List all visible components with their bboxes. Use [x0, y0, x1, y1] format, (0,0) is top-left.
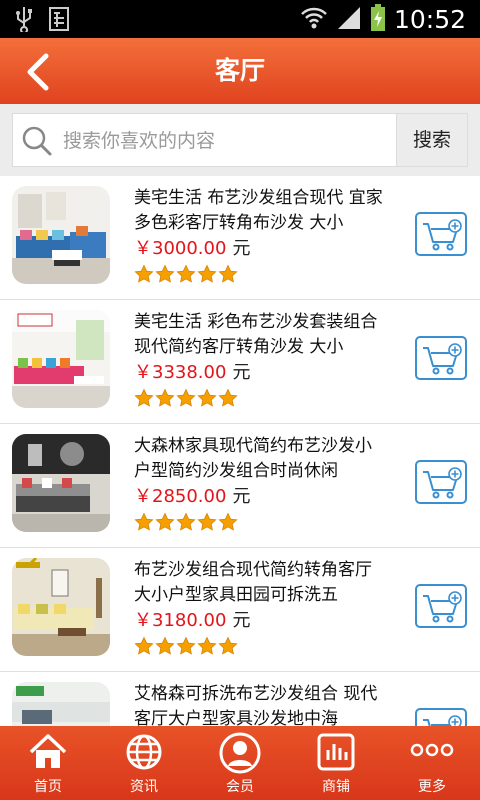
search-button[interactable]: 搜索 [396, 113, 468, 167]
add-to-cart-button[interactable] [415, 460, 467, 504]
cart-add-icon [423, 219, 462, 251]
price-value: ￥2850.00 [134, 486, 227, 507]
product-title: 美宅生活 彩色布艺沙发套装组合 现代简约客厅转角沙发 大小 [134, 312, 378, 357]
shop-icon [316, 732, 356, 776]
nav-member[interactable]: 会员 [192, 726, 288, 800]
star-icon [197, 264, 217, 288]
rating-stars [134, 512, 238, 536]
search-icon [21, 125, 53, 161]
search-input[interactable] [61, 120, 385, 162]
member-icon [219, 732, 261, 778]
battery-charging-icon [370, 4, 386, 36]
star-icon [134, 512, 154, 536]
product-title: 布艺沙发组合现代简约转角客厅大小户型家具田园可拆洗五 [134, 560, 372, 605]
sim-icon [48, 6, 70, 36]
star-icon [155, 388, 175, 412]
star-icon [134, 264, 154, 288]
search-box [12, 113, 396, 167]
cart-add-icon [423, 715, 462, 726]
product-image [12, 558, 110, 656]
product-title: 美宅生活 布艺沙发组合现代 宜家多色彩客厅转角布沙发 大小 [134, 188, 383, 233]
add-to-cart-button[interactable] [415, 212, 467, 256]
star-icon [197, 388, 217, 412]
product-item[interactable]: 美宅生活 彩色布艺沙发套装组合 现代简约客厅转角沙发 大小 ￥3338.00 元 [0, 300, 480, 424]
product-price: ￥3000.00 元 [134, 236, 250, 262]
price-unit: 元 [232, 486, 251, 507]
product-image [12, 310, 110, 408]
product-item[interactable]: 艾格森可拆洗布艺沙发组合 现代客厅大户型家具沙发地中海 [0, 672, 480, 726]
search-bar: 搜索 [0, 104, 480, 176]
nav-home[interactable]: 首页 [0, 726, 96, 800]
product-item[interactable]: 美宅生活 布艺沙发组合现代 宜家多色彩客厅转角布沙发 大小 ￥3000.00 元 [0, 176, 480, 300]
cart-add-icon [423, 467, 462, 499]
star-icon [176, 388, 196, 412]
product-item[interactable]: 大森林家具现代简约布艺沙发小户型简约沙发组合时尚休闲 ￥2850.00 元 [0, 424, 480, 548]
price-unit: 元 [232, 610, 251, 631]
rating-stars [134, 264, 238, 288]
nav-label: 更多 [418, 779, 446, 795]
price-value: ￥3000.00 [134, 238, 227, 259]
star-icon [134, 636, 154, 660]
star-icon [197, 636, 217, 660]
globe-icon [124, 732, 164, 776]
star-icon [218, 388, 238, 412]
product-image [12, 434, 110, 532]
price-unit: 元 [232, 362, 251, 383]
wifi-icon [300, 6, 328, 34]
add-to-cart-button[interactable] [415, 708, 467, 726]
star-icon [155, 264, 175, 288]
star-icon [176, 636, 196, 660]
product-list: 美宅生活 布艺沙发组合现代 宜家多色彩客厅转角布沙发 大小 ￥3000.00元 [0, 176, 480, 726]
product-price: ￥3180.00 元 [134, 608, 250, 634]
star-icon [155, 512, 175, 536]
star-icon [134, 388, 154, 412]
product-image [12, 682, 110, 726]
price-value: ￥3338.00 [134, 362, 227, 383]
status-bar: 10:52 [0, 0, 480, 38]
price-value: ￥3180.00 [134, 610, 227, 631]
bottom-nav: 首页 资讯 会员 商铺 更多 [0, 726, 480, 800]
price-unit: 元 [232, 238, 251, 259]
product-title: 艾格森可拆洗布艺沙发组合 现代客厅大户型家具沙发地中海 [134, 684, 378, 726]
clock: 10:52 [393, 5, 466, 34]
nav-shop[interactable]: 商铺 [288, 726, 384, 800]
add-to-cart-button[interactable] [415, 336, 467, 380]
add-to-cart-button[interactable] [415, 584, 467, 628]
product-price: ￥3338.00 元 [134, 360, 250, 386]
product-image [12, 186, 110, 284]
rating-stars [134, 636, 238, 660]
star-icon [218, 264, 238, 288]
star-icon [218, 636, 238, 660]
product-title: 大森林家具现代简约布艺沙发小户型简约沙发组合时尚休闲 [134, 436, 372, 481]
cart-add-icon [423, 343, 462, 375]
cart-add-icon [423, 591, 462, 623]
app-header: 客厅 [0, 38, 480, 104]
nav-label: 首页 [34, 779, 62, 795]
star-icon [176, 512, 196, 536]
page-title: 客厅 [214, 56, 265, 85]
star-icon [218, 512, 238, 536]
product-item[interactable]: 布艺沙发组合现代简约转角客厅大小户型家具田园可拆洗五 ￥3180.00 元 [0, 548, 480, 672]
nav-more[interactable]: 更多 [384, 726, 480, 800]
star-icon [176, 264, 196, 288]
nav-label: 商铺 [322, 779, 350, 795]
rating-stars [134, 388, 238, 412]
nav-news[interactable]: 资讯 [96, 726, 192, 800]
star-icon [197, 512, 217, 536]
more-icon [410, 740, 454, 764]
star-icon [155, 636, 175, 660]
nav-label: 会员 [226, 779, 254, 795]
nav-label: 资讯 [130, 779, 158, 795]
signal-icon [336, 5, 362, 35]
product-price: ￥2850.00 元 [134, 484, 250, 510]
usb-icon [14, 6, 34, 36]
home-icon [27, 732, 69, 776]
